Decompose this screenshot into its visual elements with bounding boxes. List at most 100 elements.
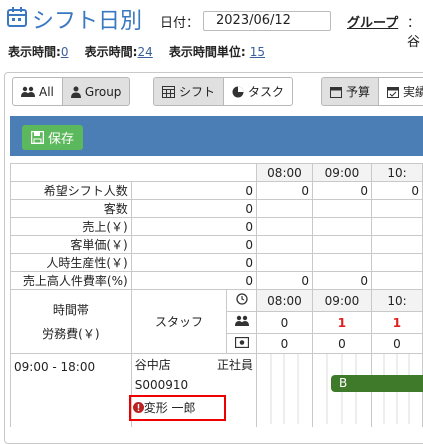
summary-label: 希望シフト人数	[10, 181, 132, 200]
summary-label: 売上(￥)	[10, 217, 132, 236]
employee-code: S000910	[134, 378, 189, 392]
calendar-icon	[330, 86, 342, 98]
display-start-link[interactable]: 0	[61, 45, 69, 59]
summary-label: 客数	[10, 199, 132, 218]
timeslot-label: 時間帯	[52, 302, 89, 317]
budget-label: 予算	[346, 85, 371, 99]
group-label: Group	[84, 84, 122, 99]
extra-toggle-group: 予算 実績	[321, 77, 423, 106]
task-label: タスク	[248, 85, 285, 99]
page-title: シフト日別	[32, 9, 143, 34]
summary-cell[interactable]	[255, 217, 313, 236]
employee-type: 正社員	[216, 358, 253, 372]
save-label: 保存	[47, 132, 74, 147]
summary-row: 希望シフト人数 0 0 0 0	[10, 181, 423, 200]
users-icon-cell	[226, 311, 257, 334]
view-toggle-group: All Group	[12, 77, 131, 106]
time-header: 10:	[370, 163, 423, 182]
task-button[interactable]: タスク	[224, 77, 294, 106]
summary-total: 0	[130, 199, 257, 218]
employee-name: 変形 一郎	[143, 401, 196, 415]
clock-icon-cell	[226, 289, 257, 312]
employee-time-range: 09:00 - 18:00	[10, 353, 132, 427]
mode-toggle-group: シフト タスク	[153, 77, 294, 106]
summary-cell: 0	[311, 181, 372, 200]
display-start-label: 表示時間:	[8, 45, 61, 59]
summary-cell: 0	[255, 271, 313, 290]
quarter-grid	[270, 354, 299, 424]
summary-cell	[311, 253, 372, 272]
summary-cell[interactable]	[311, 217, 372, 236]
staff-count: 1	[370, 311, 423, 334]
shift-bar[interactable]: B	[331, 375, 423, 392]
display-end-link[interactable]: 24	[137, 45, 152, 59]
summary-cell[interactable]	[370, 199, 423, 218]
shift-button[interactable]: シフト	[153, 77, 225, 106]
group-link[interactable]: グループ	[347, 12, 398, 31]
clock-icon	[235, 293, 248, 305]
staff-header-row: 時間帯 労務費(￥) スタッフ 08:00 09:00 10:	[10, 289, 423, 354]
summary-row: 客数 0	[10, 199, 423, 218]
time-header: 10:	[370, 289, 423, 312]
money-icon-cell	[226, 333, 257, 354]
summary-label: 売上高人件費率(%)	[10, 271, 132, 290]
labor-cost-label: 労務費(￥)	[42, 326, 100, 341]
calendar-grid-icon	[162, 85, 175, 98]
employee-info: 谷中店 正社員 S000910 変形 一郎	[128, 353, 257, 427]
summary-total: 0	[130, 235, 257, 254]
summary-row: 売上(￥) 0	[10, 217, 423, 236]
users-icon	[21, 86, 35, 98]
summary-total: 0	[130, 217, 257, 236]
time-header: 09:00	[311, 163, 372, 182]
summary-total: 0	[130, 181, 257, 200]
timeline-cell[interactable]	[255, 353, 313, 427]
summary-total: 0	[130, 253, 257, 272]
cost-value: 0	[255, 333, 313, 354]
group-button[interactable]: Group	[62, 77, 131, 106]
save-button[interactable]: 保存	[22, 125, 83, 150]
summary-cell	[311, 235, 372, 254]
calendar-check-icon	[387, 86, 400, 98]
date-label: 日付：	[160, 16, 200, 31]
summary-cell	[370, 271, 423, 290]
staff-label: スタッフ	[130, 289, 228, 354]
actual-button[interactable]: 実績	[379, 77, 423, 106]
staff-count: 1	[311, 311, 372, 334]
pie-icon	[232, 86, 244, 98]
time-header-row: 08:00 09:00 10:	[10, 163, 423, 182]
summary-total: 0	[130, 271, 257, 290]
display-end-label: 表示時間:	[84, 45, 138, 59]
time-header: 09:00	[311, 289, 372, 312]
summary-label: 人時生産性(￥)	[10, 253, 132, 272]
summary-cell[interactable]	[311, 199, 372, 218]
money-icon	[234, 336, 249, 348]
employee-store: 谷中店	[134, 358, 171, 372]
summary-row: 人時生産性(￥) 0	[10, 253, 423, 272]
summary-label: 客単価(￥)	[10, 235, 132, 254]
staff-count: 0	[255, 311, 313, 334]
floppy-disk-icon	[30, 131, 44, 144]
summary-cell: 0	[255, 181, 313, 200]
employee-name-box[interactable]: 変形 一郎	[128, 395, 226, 421]
group-value: ：谷	[407, 16, 421, 50]
summary-row: 客単価(￥) 0	[10, 235, 423, 254]
display-settings: 表示時間:0 表示時間:24 表示時間単位: 15	[8, 43, 265, 60]
summary-cell	[370, 253, 423, 272]
user-icon	[70, 86, 81, 98]
cost-value: 0	[370, 333, 423, 354]
actual-label: 実績	[403, 85, 423, 99]
time-header: 08:00	[255, 289, 313, 312]
display-unit-link[interactable]: 15	[250, 45, 265, 59]
title-bar: シフト日別 日付： 2023/06/12 グループ ：谷	[0, 0, 423, 50]
all-button[interactable]: All	[12, 77, 63, 106]
time-header: 08:00	[255, 163, 313, 182]
date-input[interactable]: 2023/06/12	[203, 11, 331, 31]
summary-cell: 0	[370, 181, 423, 200]
summary-cell	[370, 235, 423, 254]
budget-button[interactable]: 予算	[321, 77, 380, 106]
summary-cell[interactable]	[370, 217, 423, 236]
summary-row: 売上高人件費率(%) 0 0 0	[10, 271, 423, 290]
summary-cell	[255, 253, 313, 272]
cost-value: 0	[311, 333, 372, 354]
summary-cell[interactable]	[255, 199, 313, 218]
